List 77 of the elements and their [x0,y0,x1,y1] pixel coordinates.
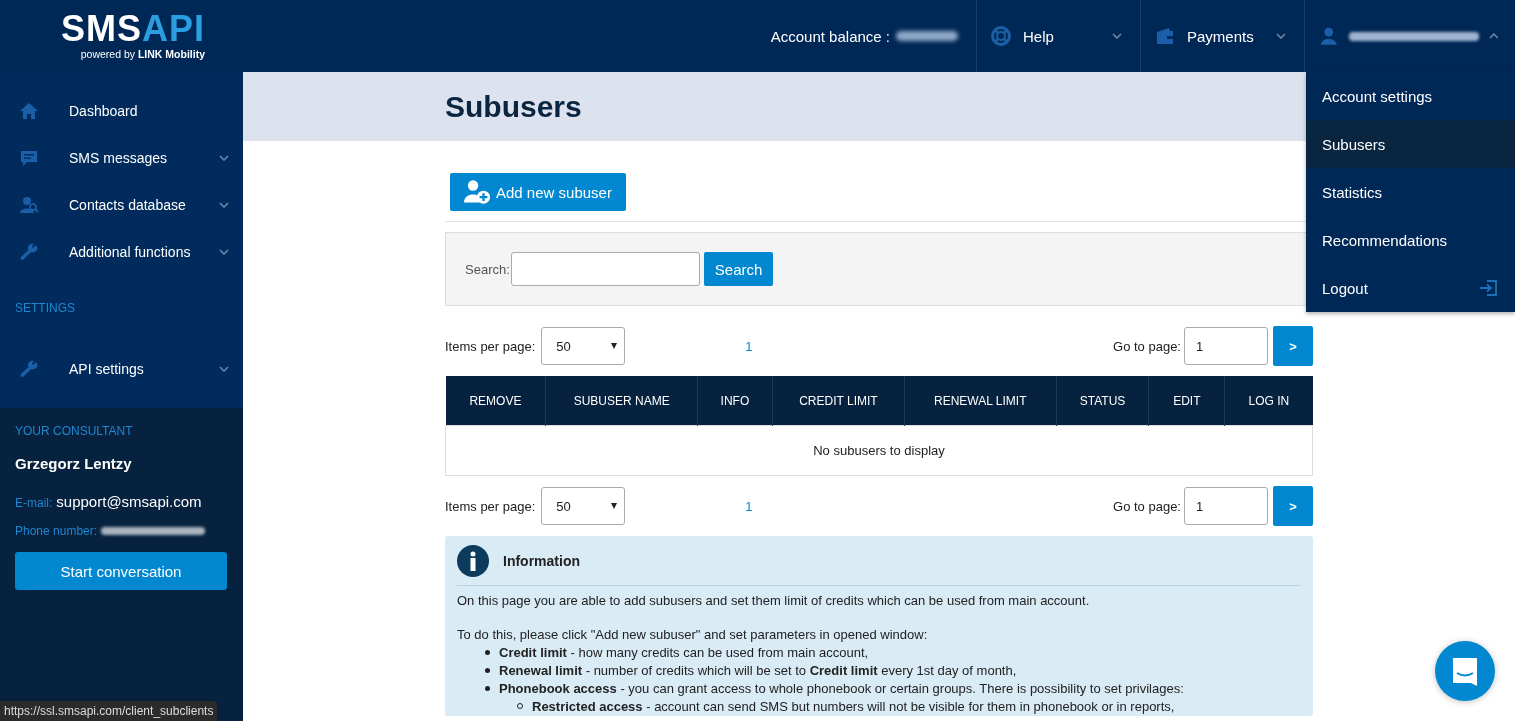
menu-item[interactable]: Account settings [1306,72,1515,120]
chat-widget-button[interactable] [1435,641,1495,701]
bullet-icon [485,686,490,691]
wallet-icon [1155,26,1175,46]
home-icon [19,100,39,121]
list-item-text: Restricted access - account can send SMS but numbers will not be visible for them in phonebook or in reports, [532,698,1175,716]
items-per-page-select[interactable]: 50 [541,327,626,365]
logout-icon [1479,278,1499,298]
nav-item[interactable]: Additional functions [0,228,243,275]
list-item-text: Renewal limit - number of credits which will be set to Credit limit every 1st day of month, [499,662,1017,680]
info-title: Information [503,553,580,569]
email-text: support@smsapi.com [56,493,202,510]
page-input[interactable]: 1 [1184,487,1268,525]
wrench-icon [19,241,39,262]
caret-icon [611,343,618,349]
bullet-icon [485,650,490,655]
field-label: Search: [465,261,510,277]
field-label: Go to page: [1113,338,1181,354]
wrench-icon [19,358,39,379]
page-input[interactable]: 1 [1184,327,1268,365]
list-item-text: Credit limit - how many credits can be used from main account, [499,644,869,662]
nav-item-label: Contacts database [69,196,187,213]
nav-item[interactable]: SMS messages [0,134,243,181]
field-label: Items per page: [445,338,536,354]
list-item-text: Phonebook access - you can grant access to whole phonebook or certain groups. There is possibility to set privilages: [499,680,1184,698]
column-header: SUBUSER NAME [545,376,698,426]
logo-tagline: powered by LINK Mobility [80,48,205,60]
field-label: Items per page: [445,498,536,514]
info-icon [457,545,489,577]
status-url: https://ssl.smsapi.com/client_subclients [0,701,218,721]
next-page-button[interactable]: > [1273,486,1313,526]
section-heading: SETTINGS [14,300,76,317]
caret-icon [611,503,618,509]
add-subuser-button[interactable]: Add new subuser [450,173,626,211]
column-header: RENEWAL LIMIT [904,376,1057,426]
user-icon [1319,26,1339,46]
field-label: E-mail: [15,496,53,510]
start-conversation-button[interactable]: Start conversation [15,552,227,590]
logout-menu-item[interactable]: Logout [1306,264,1515,312]
column-header: CREDIT LIMIT [772,376,905,426]
page-link[interactable]: 1 [745,498,1114,514]
menu-item[interactable]: Recommendations [1306,216,1515,264]
column-header: LOG IN [1224,376,1313,426]
bullet-icon [485,668,490,673]
nav-item-label: SMS messages [69,149,169,166]
page-link[interactable]: 1 [745,338,1114,354]
menu-item[interactable]: Statistics [1306,168,1515,216]
blurred-text [896,31,958,41]
nav-item-label: Dashboard [69,102,139,119]
lifebuoy-icon [991,26,1011,46]
menu-item-label: Logout [1322,279,1368,297]
nav-item-label: API settings [69,360,145,377]
consultant-name: Grzegorz Lentzy [15,455,133,472]
info-paragraph: To do this, please click "Add new subuser" and set parameters in opened window: [457,626,929,644]
nav-item[interactable]: Contacts database [0,181,243,228]
info-paragraph: On this page you are able to add subusers and set them limit of credits which can be used from main account. [457,592,1091,610]
column-header: INFO [697,376,773,426]
page-title: Subusers [445,89,583,124]
nav-item-label: Additional functions [69,243,192,260]
section-heading: YOUR CONSULTANT [15,424,134,438]
field-label: Go to page: [1113,498,1181,514]
field-label: Phone number: [15,524,98,538]
column-header: EDIT [1148,376,1225,426]
logo-wordmark: SMSAPI [60,12,205,46]
items-per-page-select[interactable]: 50 [541,487,626,525]
add-user-icon [464,179,490,205]
column-header: REMOVE [445,376,546,426]
contact-search-icon [19,194,39,215]
menu-item[interactable]: Subusers [1306,120,1515,168]
search-field[interactable] [510,252,700,286]
nav-item[interactable]: API settings [0,345,243,392]
next-page-button[interactable]: > [1273,326,1313,366]
balance-label: Account balance : [770,27,890,45]
column-header: STATUS [1056,376,1149,426]
nav-item[interactable]: Dashboard [0,87,243,134]
empty-table-message: No subusers to display [445,425,1313,476]
search-button[interactable]: Search [703,252,774,286]
